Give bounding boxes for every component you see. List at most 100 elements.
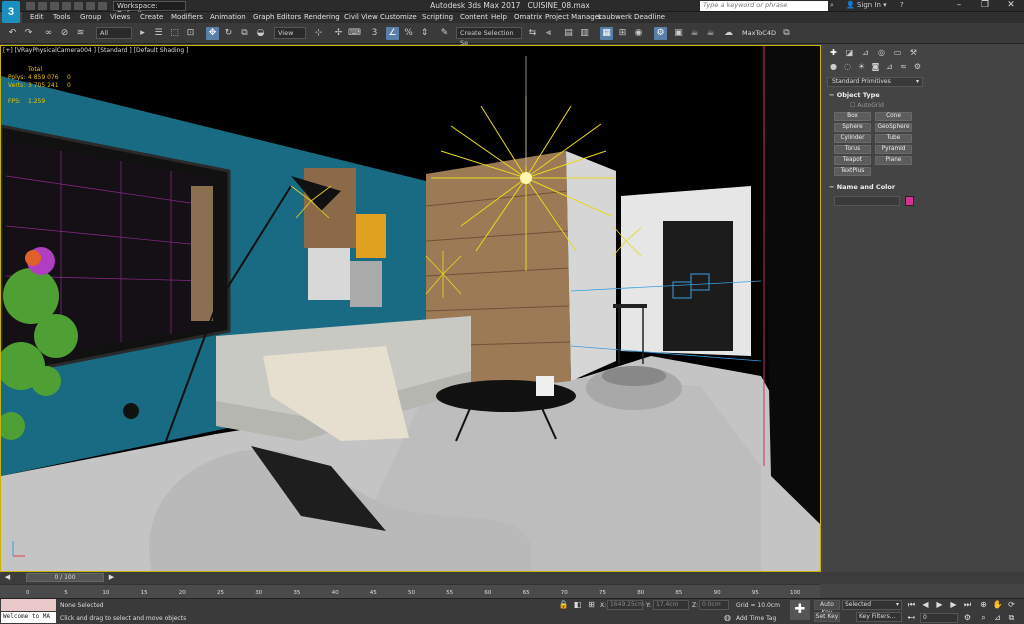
menu-animation[interactable]: Animation [210,13,246,21]
maxscript-listener[interactable] [1,599,56,611]
add-time-tag-button[interactable]: Add Time Tag [736,615,776,622]
menu-views[interactable]: Views [110,13,130,21]
pan-view-icon[interactable]: ✋ [992,599,1003,610]
lock-selection-icon[interactable]: 🔒 [558,599,569,610]
modify-panel-icon[interactable]: ◪ [843,47,856,59]
select-manipulate-icon[interactable]: ✢ [332,27,345,40]
textplus-button[interactable]: TextPlus [834,167,871,176]
menu-customize[interactable]: Customize [380,13,417,21]
menu-deadline[interactable]: Deadline [634,13,665,21]
x-coord-field[interactable]: 1649.25cm [607,600,644,610]
space-warps-icon[interactable]: ≈ [897,61,910,73]
layer-explorer-icon[interactable]: ▥ [578,27,591,40]
select-and-place-icon[interactable]: ◒ [254,27,267,40]
edit-named-selection-icon[interactable]: ✎ [438,27,451,40]
render-iterative-icon[interactable]: ☕ [704,27,717,40]
plane-button[interactable]: Plane [875,156,912,165]
maximize-viewport-icon[interactable]: ⧉ [1006,612,1017,623]
curve-editor-icon[interactable]: ▦ [600,27,613,40]
key-selection-dropdown[interactable]: Selected ▾ [842,600,902,610]
current-frame-field[interactable]: 0 [920,613,958,623]
menu-rendering[interactable]: Rendering [304,13,340,21]
new-file-icon[interactable] [26,2,35,10]
perspective-viewport[interactable] [0,45,821,572]
auto-key-button[interactable]: Auto Key [814,600,840,616]
motion-panel-icon[interactable]: ◎ [875,47,888,59]
set-project-icon[interactable] [98,2,107,10]
app-logo-icon[interactable]: 3 [2,1,20,23]
z-coord-field[interactable]: 0.0cm [699,600,729,610]
time-slider-next-icon[interactable]: ▶ [106,572,117,583]
utilities-panel-icon[interactable]: ⚒ [907,47,920,59]
render-online-icon[interactable]: ☁ [722,27,735,40]
absolute-mode-icon[interactable]: ⊞ [586,599,597,610]
undo-icon[interactable] [62,2,71,10]
menu-help[interactable]: Help [491,13,507,21]
open-file-icon[interactable] [38,2,47,10]
go-to-end-icon[interactable]: ⏭ [962,599,973,610]
help-icon[interactable]: ? [900,1,904,9]
display-panel-icon[interactable]: ▭ [891,47,904,59]
create-panel-icon[interactable]: ✚ [827,47,840,59]
isolate-icon[interactable]: ◧ [572,599,583,610]
next-frame-icon[interactable]: ▶ [948,599,959,610]
maxscript-mini-listener[interactable]: Welcome to MA [1,612,56,623]
torus-button[interactable]: Torus [834,145,871,154]
render-setup-icon[interactable]: ⚙ [654,27,667,40]
menu-group[interactable]: Group [80,13,101,21]
search-icon[interactable]: ⌕ [830,1,839,10]
percent-snap-icon[interactable]: % [402,27,415,40]
play-icon[interactable]: ▶ [934,599,945,610]
autogrid-checkbox[interactable]: ☐ AutoGrid [850,102,884,109]
go-to-start-icon[interactable]: ⏮ [906,599,917,610]
systems-icon[interactable]: ⚙ [911,61,924,73]
field-of-view-icon[interactable]: ⊿ [992,612,1003,623]
time-tag-icon[interactable]: ◍ [722,612,733,623]
select-and-scale-icon[interactable]: ⧉ [238,27,251,40]
select-object-icon[interactable]: ▸ [136,27,149,40]
selection-filter-dropdown[interactable]: All [96,27,132,39]
sphere-button[interactable]: Sphere [834,123,871,132]
y-coord-field[interactable]: 17.4cm [653,600,689,610]
menu-create[interactable]: Create [140,13,163,21]
maximize-icon[interactable]: ❐ [976,0,994,12]
menu-graph-editors[interactable]: Graph Editors [253,13,301,21]
select-by-name-icon[interactable]: ☰ [152,27,165,40]
time-configuration-icon[interactable]: ⚙ [962,612,973,623]
cone-button[interactable]: Cone [875,112,912,121]
time-slider-prev-icon[interactable]: ◀ [2,572,13,583]
snaps-toggle-icon[interactable]: 3 [368,27,381,40]
shapes-icon[interactable]: ◌ [841,61,854,73]
search-input[interactable]: Type a keyword or phrase [700,1,828,11]
menu-tools[interactable]: Tools [53,13,70,21]
link-icon[interactable]: ∞ [42,27,55,40]
time-slider[interactable]: 0 / 100 [26,573,104,582]
tube-button[interactable]: Tube [875,134,912,143]
name-and-color-rollout[interactable]: − Name and Color [829,183,895,191]
set-key-button[interactable]: Set Key [814,612,840,622]
viewport-label[interactable]: [+] [VRayPhysicalCamera004 ] [Standard ]… [3,47,188,54]
reference-coordinate-dropdown[interactable]: View [274,27,306,39]
object-type-rollout[interactable]: − Object Type [829,91,880,99]
scene-explorer-icon[interactable]: ▤ [562,27,575,40]
project-folder-icon[interactable] [86,2,95,10]
menu-content[interactable]: Content [460,13,488,21]
keyboard-shortcut-icon[interactable]: ⌨ [348,27,361,40]
geosphere-button[interactable]: GeoSphere [875,123,912,132]
add-key-icon[interactable]: ✚ [790,600,810,620]
hierarchy-panel-icon[interactable]: ⊿ [859,47,872,59]
pivot-center-icon[interactable]: ⊹ [312,27,325,40]
spinner-snap-icon[interactable]: ⇕ [418,27,431,40]
cylinder-button[interactable]: Cylinder [834,134,871,143]
save-file-icon[interactable] [50,2,59,10]
select-and-move-icon[interactable]: ✥ [206,27,219,40]
lights-icon[interactable]: ☀ [855,61,868,73]
helpers-icon[interactable]: ⊿ [883,61,896,73]
menu-edit[interactable]: Edit [30,13,44,21]
undo-icon[interactable]: ↶ [6,27,19,40]
object-name-input[interactable] [834,196,900,206]
maxtoc4d-button[interactable]: MaxToC4D [742,29,776,37]
zoom-icon[interactable]: ⌕ [978,612,989,623]
window-crossing-icon[interactable]: ⊡ [184,27,197,40]
render-production-icon[interactable]: ☕ [688,27,701,40]
